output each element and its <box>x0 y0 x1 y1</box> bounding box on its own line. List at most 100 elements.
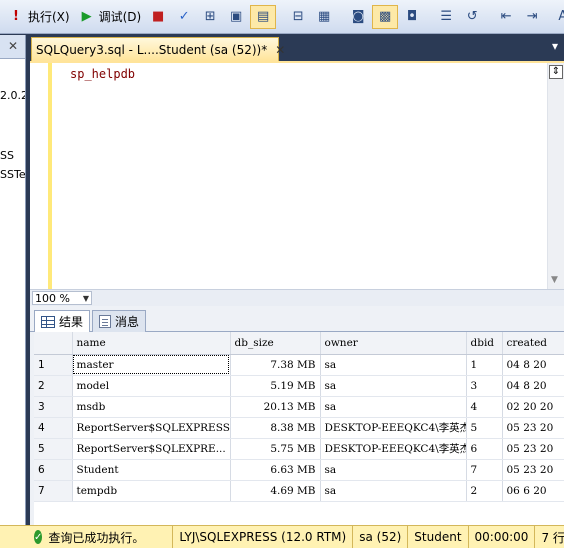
cell-db-size[interactable]: 20.13 MB <box>230 396 321 418</box>
include-plan-button[interactable]: ⊟ <box>286 5 310 29</box>
row-number[interactable]: 7 <box>34 480 73 502</box>
query-options-button[interactable]: ▣ <box>224 5 248 29</box>
cell-dbid[interactable]: 3 <box>466 375 503 397</box>
table-row[interactable]: 1 master 7.38 MB sa 1 04 8 20 <box>34 354 564 376</box>
status-bar-left <box>0 525 30 548</box>
cell-dbid[interactable]: 2 <box>466 480 503 502</box>
cell-dbid[interactable]: 7 <box>466 459 503 481</box>
cell-name[interactable]: ReportServer$SQLEXPRESS <box>72 417 231 439</box>
row-number[interactable]: 5 <box>34 438 73 460</box>
status-message: 查询已成功执行。 <box>48 530 145 545</box>
table-row[interactable]: 7 tempdb 4.69 MB sa 2 06 6 20 <box>34 480 564 502</box>
column-header[interactable]: dbid <box>466 332 503 355</box>
cancel-query-button[interactable]: ■ <box>146 5 170 29</box>
tree-item-text[interactable]: SS <box>0 149 14 162</box>
editor-vertical-scrollbar[interactable]: ⇕ ▼ <box>547 63 564 289</box>
cell-db-size[interactable]: 6.63 MB <box>230 459 321 481</box>
row-number[interactable]: 1 <box>34 354 73 376</box>
close-icon[interactable]: ✕ <box>275 43 285 57</box>
cell-owner[interactable]: sa <box>320 354 467 376</box>
results-file-button[interactable]: ◘ <box>400 5 424 29</box>
cell-dbid[interactable]: 1 <box>466 354 503 376</box>
code-line[interactable]: sp_helpdb <box>70 67 135 81</box>
column-header[interactable]: db_size <box>230 332 321 355</box>
row-number[interactable]: 4 <box>34 417 73 439</box>
table-row[interactable]: 2 model 5.19 MB sa 3 04 8 20 <box>34 375 564 397</box>
table-row[interactable]: 4 ReportServer$SQLEXPRESS 8.38 MB DESKTOP-E… <box>34 417 564 439</box>
table-row[interactable]: 5 ReportServer$SQLEXPRE... 5.75 MB DESKTOP-… <box>34 438 564 460</box>
cell-owner[interactable]: DESKTOP-EEEQKC4\李英杰 <box>320 438 467 460</box>
close-icon[interactable]: ✕ <box>8 39 18 53</box>
cell-db-size[interactable]: 8.38 MB <box>230 417 321 439</box>
status-user: sa (52) <box>352 525 407 548</box>
cell-created[interactable]: 04 8 20 <box>502 354 564 376</box>
message-icon <box>99 315 111 328</box>
cell-created[interactable]: 05 23 20 <box>502 417 564 439</box>
cell-owner[interactable]: sa <box>320 459 467 481</box>
cell-name[interactable]: ReportServer$SQLEXPRE... <box>72 438 231 460</box>
cell-name[interactable]: model <box>72 375 231 397</box>
scroll-down-icon[interactable]: ▼ <box>551 275 558 285</box>
table-row[interactable]: 6 Student 6.63 MB sa 7 05 23 20 <box>34 459 564 481</box>
cell-dbid[interactable]: 5 <box>466 417 503 439</box>
cell-db-size[interactable]: 5.19 MB <box>230 375 321 397</box>
results-grid[interactable]: name db_size owner dbid created 1 master 7… <box>30 332 564 525</box>
cell-owner[interactable]: sa <box>320 396 467 418</box>
tree-item-text[interactable]: 2.0.2 <box>0 89 25 102</box>
cell-dbid[interactable]: 4 <box>466 396 503 418</box>
cell-db-size[interactable]: 7.38 MB <box>230 354 321 376</box>
cell-db-size[interactable]: 5.75 MB <box>230 438 321 460</box>
tab-results[interactable]: 结果 <box>34 310 91 332</box>
row-number-header[interactable] <box>34 332 73 355</box>
client-stats-button[interactable]: ▦ <box>312 5 336 29</box>
tab-messages[interactable]: 消息 <box>92 310 147 332</box>
cell-created[interactable]: 05 23 20 <box>502 459 564 481</box>
tab-messages-label: 消息 <box>115 315 140 329</box>
column-header[interactable]: name <box>72 332 231 355</box>
cell-created[interactable]: 05 23 20 <box>502 438 564 460</box>
tab-results-label: 结果 <box>59 315 84 329</box>
cell-name[interactable]: Student <box>72 459 231 481</box>
uncomment-button[interactable]: ↺ <box>460 5 484 29</box>
decrease-indent-button[interactable]: ⇤ <box>494 5 518 29</box>
grid-icon <box>41 315 55 328</box>
cell-created[interactable]: 06 6 20 <box>502 480 564 502</box>
tab-sqlquery3[interactable]: SQLQuery3.sql - L....Student (sa (52))* … <box>31 37 285 61</box>
cell-created[interactable]: 04 8 20 <box>502 375 564 397</box>
cell-owner[interactable]: sa <box>320 375 467 397</box>
query-editor[interactable]: sp_helpdb ⇕ ▼ <box>30 61 564 289</box>
object-explorer-fragment: ✕ 2.0.2 SS SSTe <box>0 35 26 525</box>
cell-name[interactable]: master <box>72 354 231 376</box>
cell-owner[interactable]: DESKTOP-EEEQKC4\李英杰 <box>320 417 467 439</box>
status-rows: 7 行 <box>534 525 564 548</box>
table-row[interactable]: 3 msdb 20.13 MB sa 4 02 20 20 <box>34 396 564 418</box>
results-text-button[interactable]: ◙ <box>346 5 370 29</box>
display-plan-button[interactable]: ⊞ <box>198 5 222 29</box>
parse-button[interactable]: ✓ <box>172 5 196 29</box>
comment-button[interactable]: ☰ <box>434 5 458 29</box>
row-number[interactable]: 3 <box>34 396 73 418</box>
increase-indent-button[interactable]: ⇥ <box>520 5 544 29</box>
cell-name[interactable]: msdb <box>72 396 231 418</box>
specify-values-button[interactable]: A⁺ ▾ <box>554 5 564 29</box>
row-number[interactable]: 6 <box>34 459 73 481</box>
column-header[interactable]: owner <box>320 332 467 355</box>
execute-button[interactable]: ! 执行(X) <box>4 5 73 29</box>
query-toolbar: ! 执行(X) ▶ 调试(D) ■ ✓ ⊞ ▣ ▤ ⊟ ▦ ◙ ▩ ◘ ☰ ↺ <box>0 0 564 34</box>
cell-created[interactable]: 02 20 20 <box>502 396 564 418</box>
row-number[interactable]: 2 <box>34 375 73 397</box>
cell-db-size[interactable]: 4.69 MB <box>230 480 321 502</box>
zoom-select[interactable]: 100 % ▼ <box>32 291 92 305</box>
tree-item-text[interactable]: SSTe <box>0 168 25 181</box>
results-file-icon: ▤ <box>257 9 270 24</box>
status-elapsed: 00:00:00 <box>467 525 535 548</box>
tab-overflow-icon[interactable]: ▾ <box>552 39 558 53</box>
results-grid-button[interactable]: ▩ <box>372 4 399 29</box>
cell-owner[interactable]: sa <box>320 480 467 502</box>
cell-name[interactable]: tempdb <box>72 480 231 502</box>
debug-button[interactable]: ▶ 调试(D) <box>75 5 145 29</box>
results-to-button[interactable]: ▤ <box>250 4 277 29</box>
cell-dbid[interactable]: 6 <box>466 438 503 460</box>
column-header[interactable]: created <box>502 332 564 355</box>
split-handle-icon[interactable]: ⇕ <box>549 65 563 79</box>
